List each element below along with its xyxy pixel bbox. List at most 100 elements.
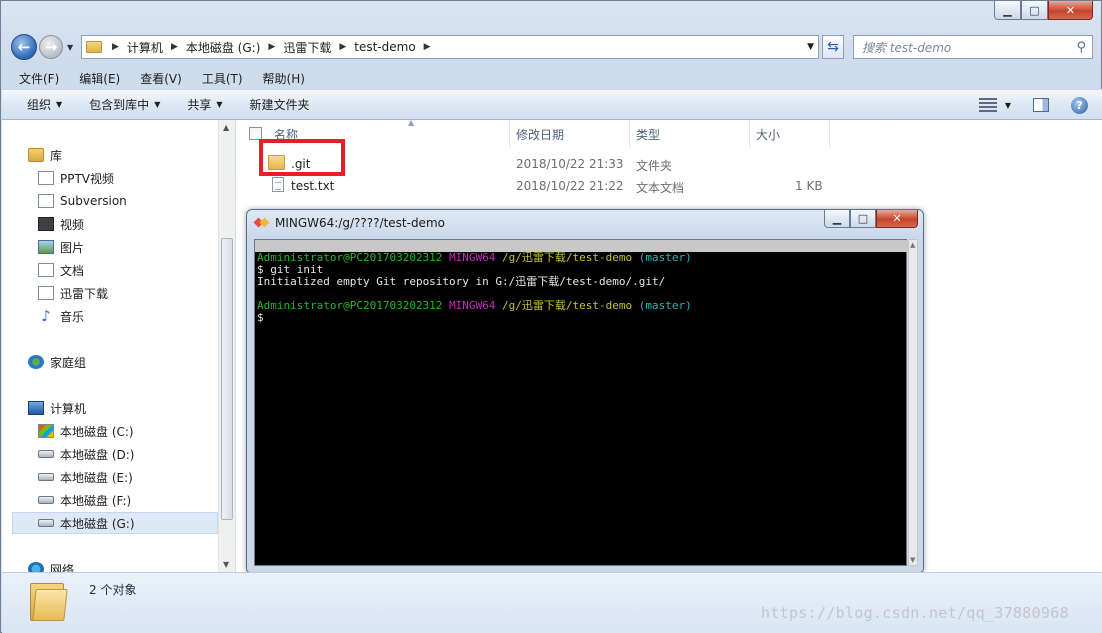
terminal-scrollbar[interactable]: ▲ ▼ [908,239,918,566]
address-bar[interactable]: ▶ 计算机 ▶ 本地磁盘 (G:) ▶ 迅雷下载 ▶ test-demo ▶ ▼ [81,35,819,59]
terminal-maximize-button[interactable]: □ [850,210,876,228]
library-folder-icon [38,286,54,300]
scrollbar-thumb[interactable] [221,238,233,520]
prompt-branch: (master) [638,251,692,264]
menu-help[interactable]: 帮助(H) [253,70,315,87]
terminal-close-button[interactable]: ✕ [876,210,918,228]
include-in-library-label: 包含到库中 [89,98,150,112]
column-header-type[interactable]: 类型 [630,120,750,148]
breadcrumb-computer[interactable]: 计算机 [127,39,163,56]
nav-homegroup[interactable]: 家庭组 [28,351,235,373]
column-header-date[interactable]: 修改日期 [510,120,630,148]
column-header-size[interactable]: 大小 [750,120,830,148]
nav-item-videos[interactable]: 视频 [38,213,235,235]
nav-computer-label: 计算机 [50,401,87,416]
chevron-right-icon[interactable]: ▶ [112,42,119,52]
new-folder-label: 新建文件夹 [249,98,310,112]
folder-icon [30,579,68,621]
document-icon [38,263,54,277]
nav-network[interactable]: 网络 [28,558,235,572]
menu-tools[interactable]: 工具(T) [192,70,253,87]
navigation-scrollbar[interactable]: ▲ ▼ [218,120,235,572]
nav-item-documents[interactable]: 文档 [38,259,235,281]
organize-label: 组织 [27,98,52,112]
scroll-up-icon[interactable]: ▲ [910,241,915,249]
drive-icon [38,496,54,504]
nav-item-music[interactable]: ♪ 音乐 [38,305,235,327]
search-icon[interactable]: ⚲ [1076,40,1086,55]
breadcrumb-test-demo[interactable]: test-demo [354,40,415,54]
refresh-button[interactable]: ⇆ [822,35,844,59]
chevron-down-icon: ▼ [216,100,223,109]
terminal-title: MINGW64:/g/????/test-demo [275,216,445,230]
terminal-window[interactable]: MINGW64:/g/????/test-demo ▁ □ ✕ Administ… [246,209,924,573]
nav-item-label: 文档 [60,263,85,278]
column-size-label: 大小 [756,127,781,142]
terminal-minimize-button[interactable]: ▁ [824,210,850,228]
nav-item-xunlei[interactable]: 迅雷下载 [38,282,235,304]
menu-view[interactable]: 查看(V) [130,70,192,87]
view-list-icon[interactable] [978,98,997,112]
menu-edit[interactable]: 编辑(E) [69,70,130,87]
nav-drive-f[interactable]: 本地磁盘 (F:) [38,489,235,511]
include-in-library-button[interactable]: 包含到库中 ▼ [77,96,175,113]
status-item-count: 2 个对象 [89,583,137,597]
help-icon[interactable]: ? [1071,96,1088,114]
new-folder-button[interactable]: 新建文件夹 [238,96,325,113]
nav-network-label: 网络 [50,562,75,573]
homegroup-icon [28,355,44,369]
nav-drive-g[interactable]: 本地磁盘 (G:) [12,512,218,534]
arrow-left-icon: ← [17,38,31,56]
nav-drive-label: 本地磁盘 (G:) [60,516,135,531]
nav-computer[interactable]: 计算机 [28,397,235,419]
nav-libraries[interactable]: 库 [28,144,235,166]
search-input[interactable]: 搜索 test-demo ⚲ [853,35,1093,59]
maximize-button[interactable]: □ [1021,1,1048,20]
nav-drive-e[interactable]: 本地磁盘 (E:) [38,466,235,488]
chevron-right-icon[interactable]: ▶ [424,42,431,52]
watermark: https://blog.csdn.net/qq_37880968 [761,604,1069,622]
menu-file[interactable]: 文件(F) [9,70,69,87]
terminal-line: Initialized empty Git repository in G:/迅… [257,275,666,288]
breadcrumb: ▶ 计算机 ▶ 本地磁盘 (G:) ▶ 迅雷下载 ▶ test-demo ▶ [108,39,439,56]
chevron-down-icon[interactable]: ▼ [1005,101,1011,110]
nav-item-pictures[interactable]: 图片 [38,236,235,258]
nav-item-pptv[interactable]: PPTV视频 [38,167,235,189]
window-caption-buttons: ▁ □ ✕ [994,1,1093,21]
back-button[interactable]: ← [11,34,37,60]
scroll-down-icon[interactable]: ▼ [223,560,229,569]
git-icon [253,217,270,229]
prompt-path: /g/迅雷下载/test-demo [502,251,633,264]
terminal-line: $ [257,311,264,324]
chevron-right-icon[interactable]: ▶ [339,42,346,52]
terminal-prompt-line: Administrator@PC201703202312 MINGW64 /g/… [257,300,692,312]
column-date-label: 修改日期 [516,127,565,142]
breadcrumb-drive-g[interactable]: 本地磁盘 (G:) [186,39,261,56]
nav-drive-label: 本地磁盘 (F:) [60,493,132,508]
scroll-down-icon[interactable]: ▼ [910,556,915,564]
nav-drive-c[interactable]: 本地磁盘 (C:) [38,420,235,442]
computer-icon [28,401,44,415]
nav-item-label: 迅雷下载 [60,286,109,301]
music-note-icon: ♪ [41,307,51,325]
terminal-body[interactable]: Administrator@PC201703202312 MINGW64 /g/… [254,239,908,566]
address-dropdown[interactable]: ▼ [807,42,814,52]
drive-icon [38,450,54,458]
recent-pages-dropdown[interactable]: ▼ [67,43,73,52]
share-button[interactable]: 共享 ▼ [175,96,237,113]
chevron-right-icon[interactable]: ▶ [171,42,178,52]
preview-pane-icon[interactable] [1033,98,1049,112]
close-button[interactable]: ✕ [1048,1,1093,20]
file-row[interactable]: test.txt 2018/10/22 21:22 文本文档 1 KB [236,175,836,197]
minimize-button[interactable]: ▁ [994,1,1021,20]
forward-button[interactable]: → [39,35,63,59]
nav-drive-d[interactable]: 本地磁盘 (D:) [38,443,235,465]
organize-button[interactable]: 组织 ▼ [2,96,77,113]
prompt-path: /g/迅雷下载/test-demo [502,299,633,312]
nav-item-subversion[interactable]: Subversion [38,190,235,212]
chevron-right-icon[interactable]: ▶ [268,42,275,52]
folder-icon [86,41,102,53]
scroll-up-icon[interactable]: ▲ [223,123,229,132]
view-controls: ▼ ? [978,90,1102,120]
breadcrumb-xunlei[interactable]: 迅雷下载 [283,39,331,56]
